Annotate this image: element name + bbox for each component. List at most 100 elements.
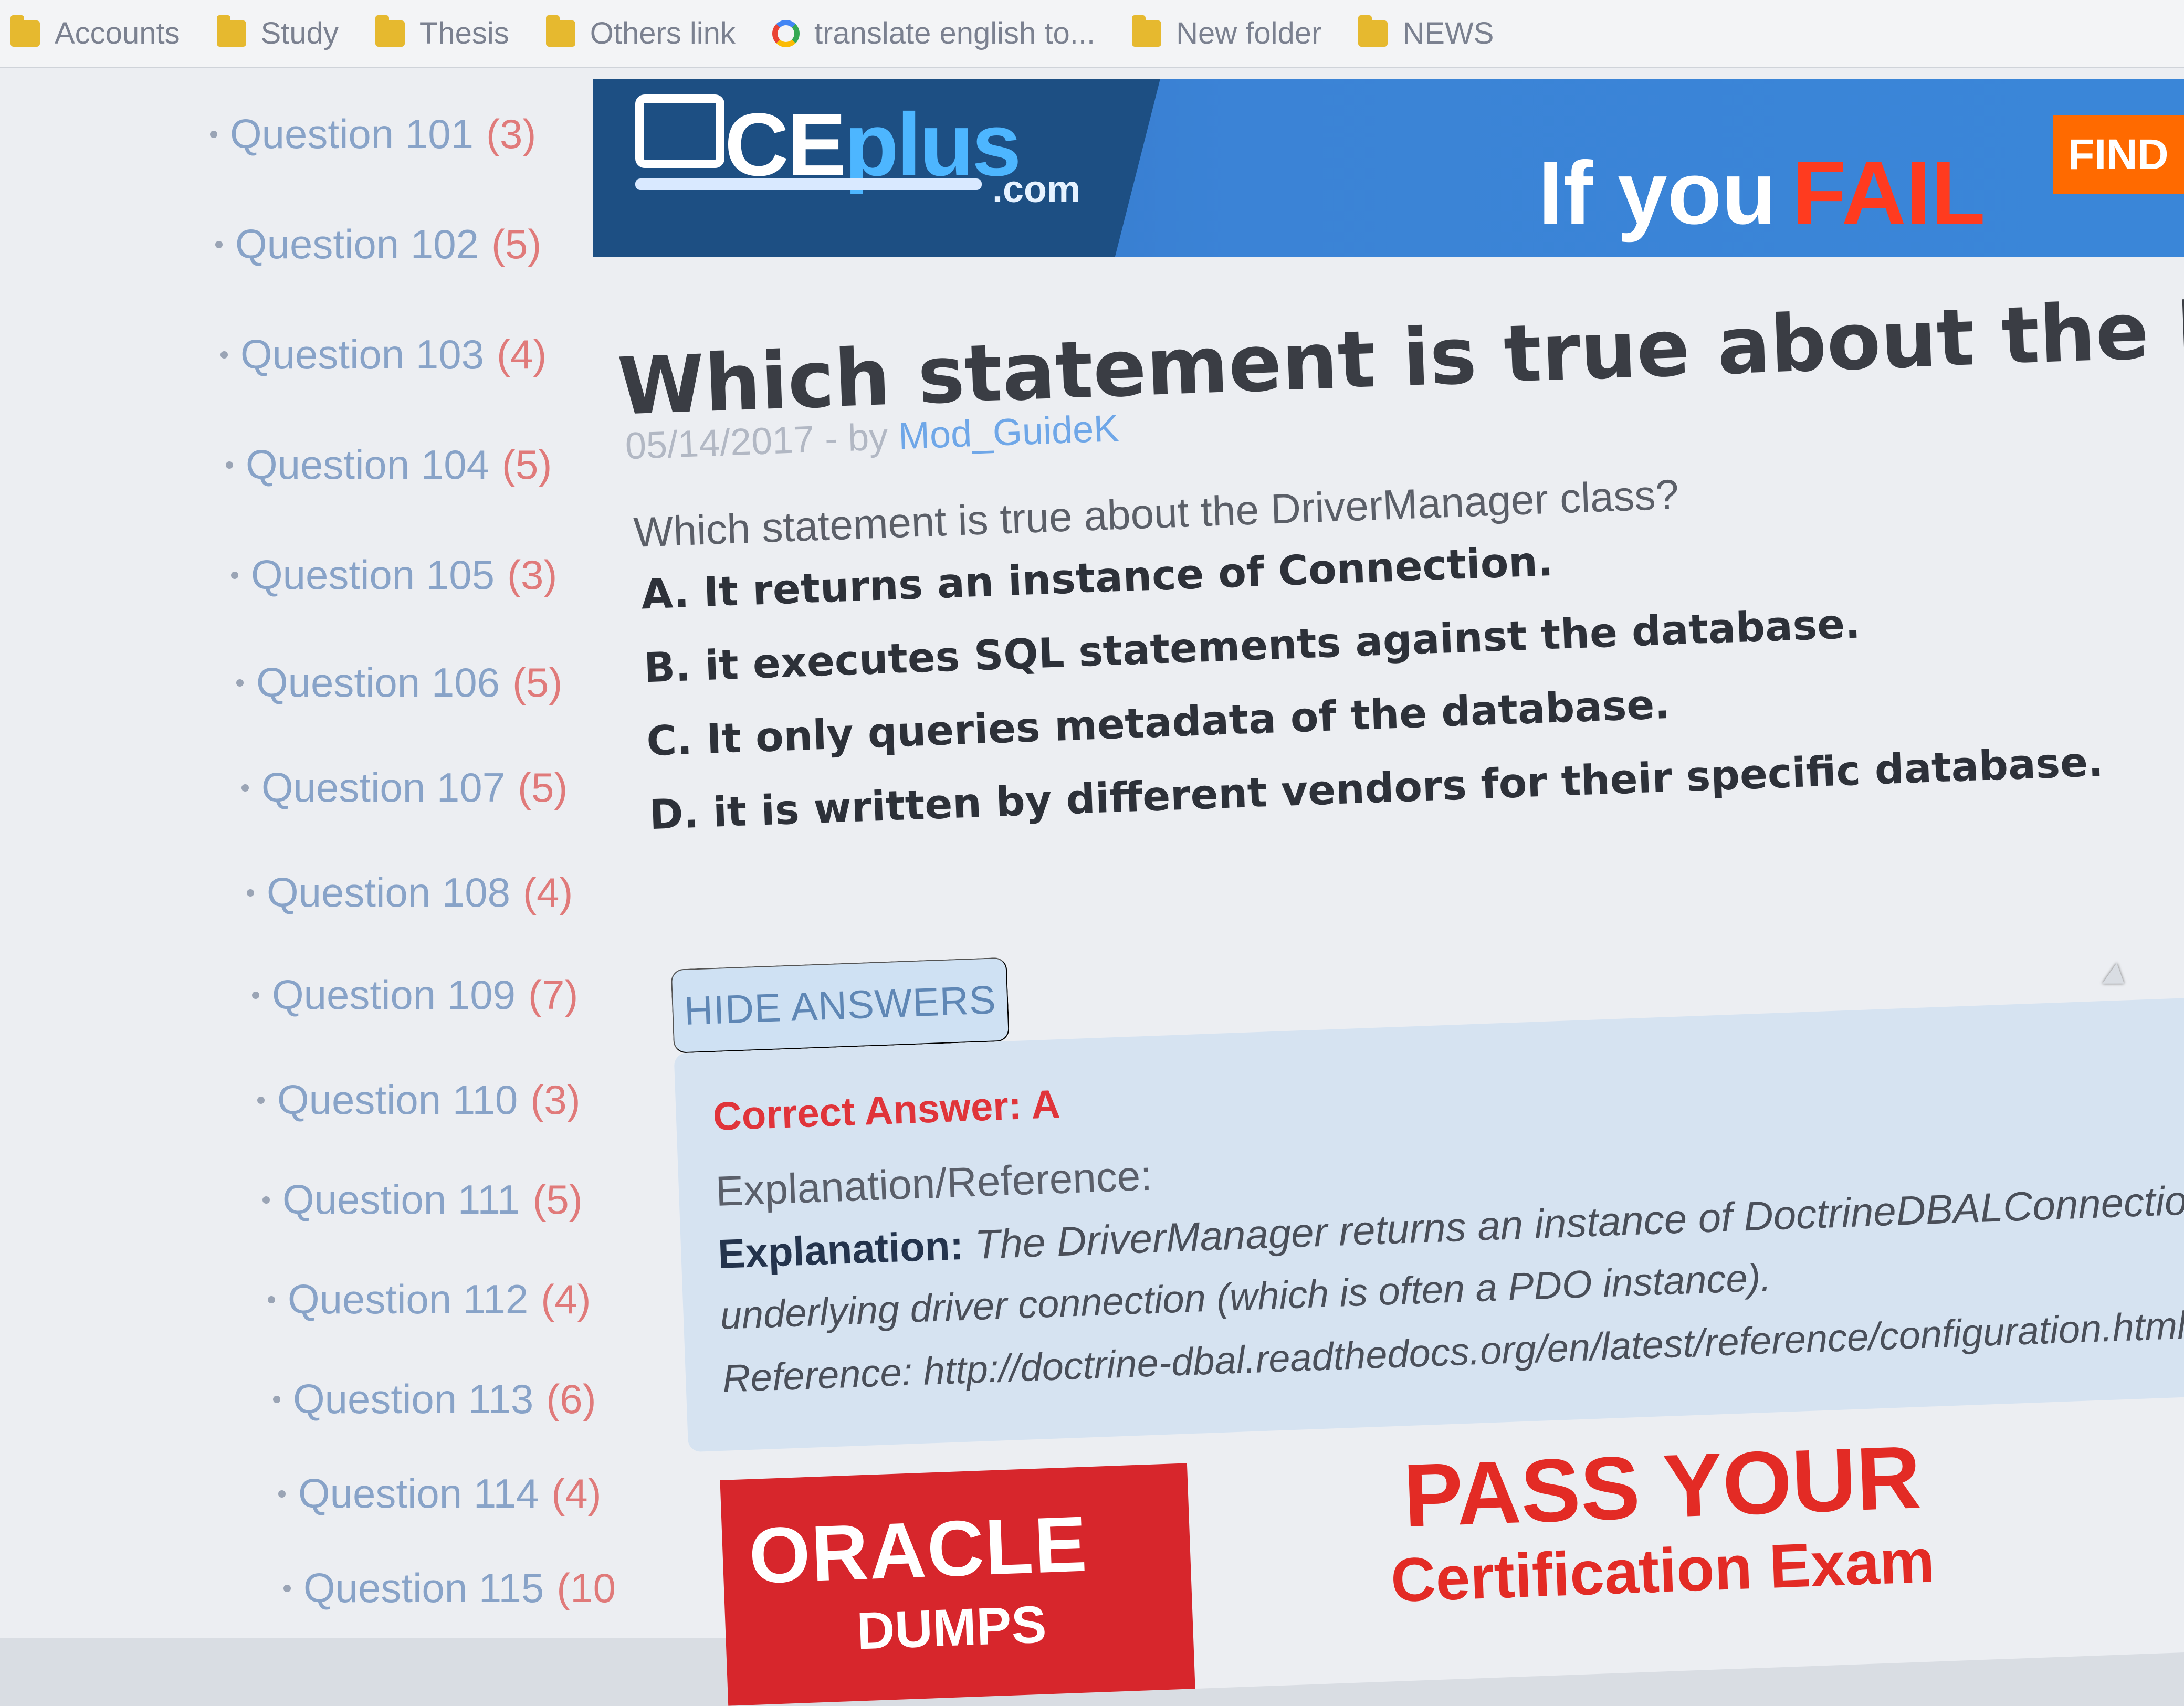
sidebar-item-question-103[interactable]: Question 103 (4) bbox=[220, 331, 547, 378]
bullet-icon bbox=[215, 240, 223, 248]
bookmark-label: Thesis bbox=[419, 16, 509, 50]
answer-count: (4) bbox=[497, 331, 547, 377]
answer-count: (5) bbox=[512, 659, 563, 705]
sidebar-item-question-115[interactable]: Question 115 (10 bbox=[284, 1564, 616, 1612]
folder-icon bbox=[216, 15, 246, 47]
by-label: - by bbox=[813, 415, 899, 461]
answer-option-b: B. it executes SQL statements against th… bbox=[643, 600, 1862, 692]
bullet-icon bbox=[210, 130, 217, 138]
sidebar-item-label: Question 108 bbox=[267, 869, 511, 915]
sidebar-item-label: Question 112 bbox=[288, 1276, 529, 1322]
question-sidebar: Question 101 (3) Question 102 (5) Question… bbox=[210, 100, 616, 1622]
sidebar-item-label: Question 113 bbox=[293, 1376, 534, 1422]
answer-count: (4) bbox=[523, 869, 573, 915]
checkmark-icon bbox=[635, 94, 724, 168]
sidebar-item-label: Question 115 bbox=[303, 1565, 544, 1611]
hide-answers-button[interactable]: HIDE ANSWERS bbox=[670, 957, 1010, 1054]
sidebar-item-question-112[interactable]: Question 112 (4) bbox=[268, 1276, 591, 1323]
sidebar-item-question-106[interactable]: Question 106 (5) bbox=[236, 659, 562, 707]
bookmark-label: New folder bbox=[1176, 16, 1322, 50]
folder-icon bbox=[10, 15, 40, 47]
explanation-text: The DriverManager returns an instance of… bbox=[974, 1167, 2184, 1268]
bookmark-label: Others link bbox=[590, 16, 736, 50]
answer-count: (5) bbox=[518, 764, 568, 810]
bullet-icon bbox=[236, 679, 244, 687]
headline-fail: FAIL bbox=[1792, 143, 1986, 243]
bookmark-new-folder[interactable]: New folder bbox=[1132, 15, 1322, 51]
post-date: 05/14/2017 bbox=[624, 418, 815, 468]
bookmarks-bar: Accounts Study Thesis Others link transl… bbox=[0, 0, 2184, 68]
answer-panel: Correct Answer: A Explanation/Reference:… bbox=[674, 997, 2184, 1452]
answer-count: (5) bbox=[532, 1176, 583, 1223]
sidebar-item-question-105[interactable]: Question 105 (3) bbox=[231, 551, 557, 599]
sidebar-item-label: Question 103 bbox=[240, 331, 485, 377]
explanation-reference-label: Explanation/Reference: bbox=[715, 1152, 1153, 1215]
answer-count: (3) bbox=[507, 552, 558, 598]
bookmark-accounts[interactable]: Accounts bbox=[10, 15, 180, 51]
bullet-icon bbox=[242, 784, 249, 792]
sidebar-item-label: Question 102 bbox=[235, 221, 479, 267]
page-title: Which statement is true about the Driver… bbox=[616, 261, 2184, 433]
bullet-icon bbox=[262, 1196, 270, 1204]
bullet-icon bbox=[273, 1395, 280, 1403]
sidebar-item-question-102[interactable]: Question 102 (5) bbox=[215, 220, 541, 268]
sidebar-item-question-107[interactable]: Question 107 (5) bbox=[242, 764, 568, 812]
bookmark-label: NEWS bbox=[1402, 16, 1494, 50]
explanation-label: Explanation: bbox=[717, 1221, 964, 1277]
sidebar-item-question-113[interactable]: Question 113 (6) bbox=[273, 1375, 596, 1423]
folder-icon bbox=[375, 15, 405, 47]
bookmark-translate[interactable]: translate english to... bbox=[772, 16, 1095, 51]
answer-count: (6) bbox=[546, 1376, 596, 1422]
sidebar-item-question-101[interactable]: Question 101 (3) bbox=[210, 110, 536, 158]
bookmark-label: Accounts bbox=[55, 16, 180, 50]
bookmark-news[interactable]: NEWS bbox=[1358, 15, 1494, 51]
answer-count: (5) bbox=[502, 441, 552, 488]
sidebar-item-label: Question 105 bbox=[251, 552, 495, 598]
sidebar-item-label: Question 104 bbox=[246, 441, 490, 488]
bullet-icon bbox=[231, 571, 238, 579]
find-button[interactable]: FIND bbox=[2053, 115, 2184, 194]
web-page: Question 101 (3) Question 102 (5) Question… bbox=[0, 68, 2184, 1706]
bookmark-study[interactable]: Study bbox=[216, 15, 339, 51]
sidebar-item-label: Question 114 bbox=[298, 1470, 539, 1517]
answer-count: (7) bbox=[528, 972, 579, 1018]
sidebar-item-label: Question 106 bbox=[256, 659, 500, 705]
bullet-icon bbox=[268, 1296, 275, 1303]
sidebar-item-label: Question 110 bbox=[277, 1077, 518, 1123]
screen: Accounts Study Thesis Others link transl… bbox=[0, 0, 2184, 1706]
answer-count: (3) bbox=[486, 111, 537, 157]
oracle-text: ORACLE bbox=[747, 1499, 1089, 1600]
answer-count: (4) bbox=[551, 1470, 602, 1517]
bookmark-thesis[interactable]: Thesis bbox=[375, 15, 509, 51]
bullet-icon bbox=[220, 351, 228, 359]
bullet-icon bbox=[247, 889, 254, 897]
sidebar-item-label: Question 101 bbox=[230, 111, 474, 157]
bookmark-label: Study bbox=[260, 16, 339, 50]
sidebar-item-question-110[interactable]: Question 110 (3) bbox=[257, 1076, 581, 1124]
vceplus-banner[interactable]: CEplus .com If you FAIL FIND bbox=[593, 79, 2184, 257]
sidebar-item-question-104[interactable]: Question 104 (5) bbox=[226, 441, 552, 489]
sidebar-item-question-111[interactable]: Question 111 (5) bbox=[262, 1176, 583, 1224]
bullet-icon bbox=[284, 1584, 291, 1592]
oracle-dumps-logo: ORACLE DUMPS bbox=[720, 1463, 1195, 1706]
answer-count: (10 bbox=[556, 1565, 616, 1611]
google-icon bbox=[772, 19, 800, 47]
bullet-icon bbox=[278, 1490, 286, 1498]
author-link[interactable]: Mod_GuideK bbox=[898, 407, 1120, 457]
banner-headline: If you FAIL bbox=[1538, 142, 1986, 245]
answer-count: (5) bbox=[491, 221, 542, 267]
answer-option-c: C. It only queries metadata of the datab… bbox=[646, 680, 1671, 766]
dumps-text: DUMPS bbox=[856, 1595, 1048, 1661]
folder-icon bbox=[1358, 15, 1388, 47]
bullet-icon bbox=[226, 461, 233, 469]
folder-icon bbox=[545, 15, 575, 47]
correct-answer: Correct Answer: A bbox=[712, 1081, 1061, 1140]
sidebar-item-question-108[interactable]: Question 108 (4) bbox=[247, 869, 573, 917]
sidebar-item-question-109[interactable]: Question 109 (7) bbox=[252, 971, 578, 1019]
logo-bar bbox=[635, 178, 982, 190]
bookmark-label: translate english to... bbox=[814, 16, 1096, 50]
sidebar-item-question-114[interactable]: Question 114 (4) bbox=[278, 1470, 602, 1518]
answer-count: (4) bbox=[541, 1276, 591, 1322]
folder-icon bbox=[1132, 15, 1162, 47]
bookmark-others-link[interactable]: Others link bbox=[545, 15, 736, 51]
